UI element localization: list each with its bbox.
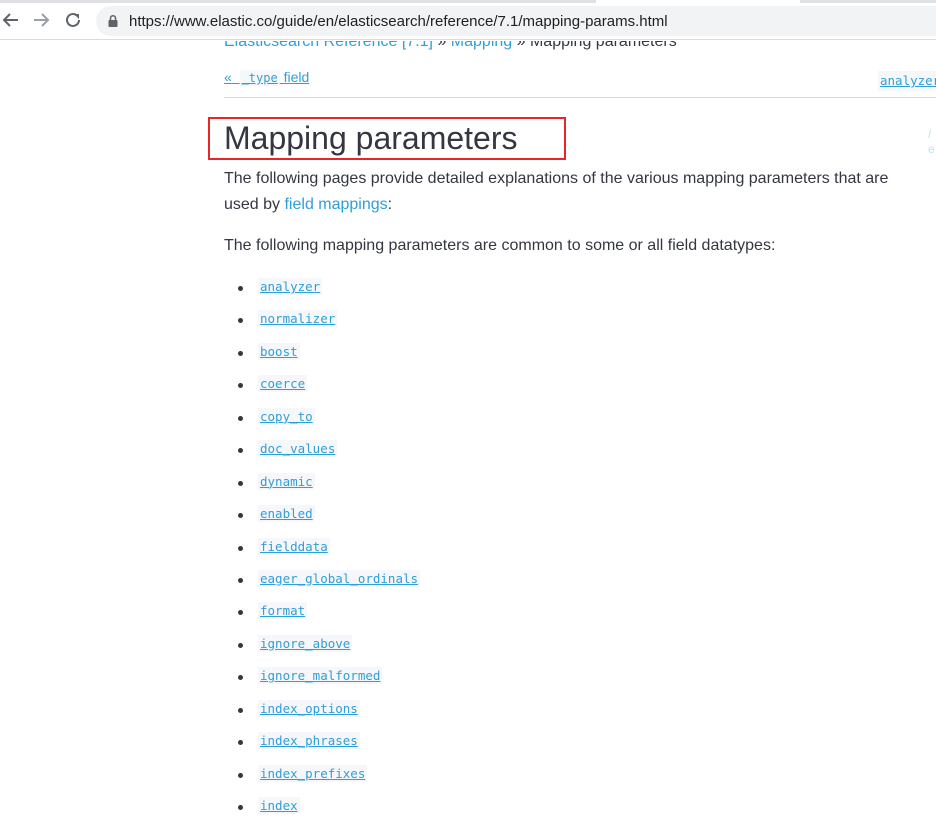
param-link-index[interactable]: index xyxy=(258,797,300,814)
page-content: Elasticsearch Reference [7.1] » Mapping … xyxy=(0,41,936,822)
prev-page-code: _type xyxy=(239,70,280,86)
param-link-ignore-malformed[interactable]: ignore_malformed xyxy=(258,667,383,685)
param-link-normalizer[interactable]: normalizer xyxy=(258,310,338,328)
list-item: format xyxy=(224,602,420,634)
common-params-paragraph: The following mapping parameters are com… xyxy=(224,237,776,254)
side-decoration: / e xyxy=(928,127,935,156)
browser-toolbar: https://www.elastic.co/guide/en/elastics… xyxy=(0,0,936,40)
breadcrumb-reference-link[interactable]: Elasticsearch Reference [7.1] xyxy=(224,41,433,50)
list-item: copy_to xyxy=(224,407,420,440)
bullet xyxy=(238,318,243,324)
param-link-ignore-above[interactable]: ignore_above xyxy=(258,634,353,652)
bullet xyxy=(238,577,243,583)
reload-icon xyxy=(66,12,80,27)
list-item: fielddata xyxy=(224,537,420,570)
bullet xyxy=(238,383,243,389)
page-title: Mapping parameters xyxy=(224,120,518,156)
list-item: ignore_above xyxy=(224,634,420,667)
lock-icon xyxy=(108,14,118,27)
intro-paragraph: The following pages provide detailed exp… xyxy=(224,166,888,218)
param-link-index-options[interactable]: index_options xyxy=(258,699,360,717)
params-list: analyzer normalizer boost coerce copy_to… xyxy=(224,278,421,822)
intro-line-1: The following pages provide detailed exp… xyxy=(224,170,889,187)
list-item: analyzer xyxy=(224,278,420,310)
list-item: index_prefixes xyxy=(224,764,420,797)
back-arrow-icon xyxy=(2,13,18,27)
breadcrumb-separator: » xyxy=(512,41,530,50)
param-link-coerce[interactable]: coerce xyxy=(258,375,308,393)
param-link-enabled[interactable]: enabled xyxy=(258,505,315,523)
breadcrumb-separator: » xyxy=(433,41,451,50)
bullet xyxy=(238,707,243,713)
param-link-fielddata[interactable]: fielddata xyxy=(258,537,330,555)
param-link-boost[interactable]: boost xyxy=(258,342,300,360)
param-link-copy-to[interactable]: copy_to xyxy=(258,407,315,425)
url-text[interactable]: https://www.elastic.co/guide/en/elastics… xyxy=(129,13,668,30)
address-bar[interactable]: https://www.elastic.co/guide/en/elastics… xyxy=(96,6,936,36)
tab-strip-edge-right xyxy=(800,0,936,3)
intro-line-2-prefix: used by xyxy=(224,196,285,213)
bullet xyxy=(238,805,243,810)
bullet xyxy=(238,675,243,681)
forward-arrow-icon xyxy=(34,13,50,27)
prev-page-text: field xyxy=(283,69,310,85)
bullet xyxy=(238,610,243,616)
breadcrumb-mapping-link[interactable]: Mapping xyxy=(451,41,512,50)
param-link-doc-values[interactable]: doc_values xyxy=(258,440,338,458)
breadcrumb-current: Mapping parameters xyxy=(529,41,677,50)
bullet xyxy=(238,448,243,454)
param-link-index-prefixes[interactable]: index_prefixes xyxy=(258,764,368,782)
breadcrumb: Elasticsearch Reference [7.1] » Mapping … xyxy=(224,41,677,51)
list-item: enabled xyxy=(224,505,420,537)
list-item: index_phrases xyxy=(224,732,420,764)
forward-button[interactable] xyxy=(30,9,52,31)
field-mappings-link[interactable]: field mappings xyxy=(284,196,387,213)
prev-page-link[interactable]: « _type field xyxy=(224,69,309,87)
prev-arrow: « xyxy=(224,69,232,85)
list-item: index_options xyxy=(224,699,420,732)
list-item: dynamic xyxy=(224,472,420,505)
bullet xyxy=(238,513,243,519)
param-link-analyzer[interactable]: analyzer xyxy=(258,278,323,295)
bullet xyxy=(238,350,243,356)
divider xyxy=(224,97,936,98)
param-link-dynamic[interactable]: dynamic xyxy=(258,472,315,490)
list-item: boost xyxy=(224,342,420,375)
bullet xyxy=(238,642,243,648)
bullet xyxy=(238,740,243,746)
bullet xyxy=(238,772,243,778)
bullet xyxy=(238,286,243,291)
back-button[interactable] xyxy=(0,9,22,31)
intro-line-2-suffix: : xyxy=(387,196,393,213)
reload-button[interactable] xyxy=(62,9,84,31)
param-link-format[interactable]: format xyxy=(258,602,308,620)
bullet xyxy=(238,415,243,421)
next-page-link[interactable]: analyzer xyxy=(878,71,936,91)
list-item: eager_global_ordinals xyxy=(224,569,421,602)
bullet xyxy=(238,480,243,486)
list-item: ignore_malformed xyxy=(224,667,420,699)
list-item: index xyxy=(224,797,420,822)
param-link-index-phrases[interactable]: index_phrases xyxy=(258,732,360,750)
bullet xyxy=(238,545,243,551)
list-item: doc_values xyxy=(224,440,420,472)
list-item: normalizer xyxy=(224,310,420,342)
list-item: coerce xyxy=(224,375,420,407)
tab-strip-edge xyxy=(0,0,596,3)
param-link-eager-global-ordinals[interactable]: eager_global_ordinals xyxy=(258,569,421,587)
